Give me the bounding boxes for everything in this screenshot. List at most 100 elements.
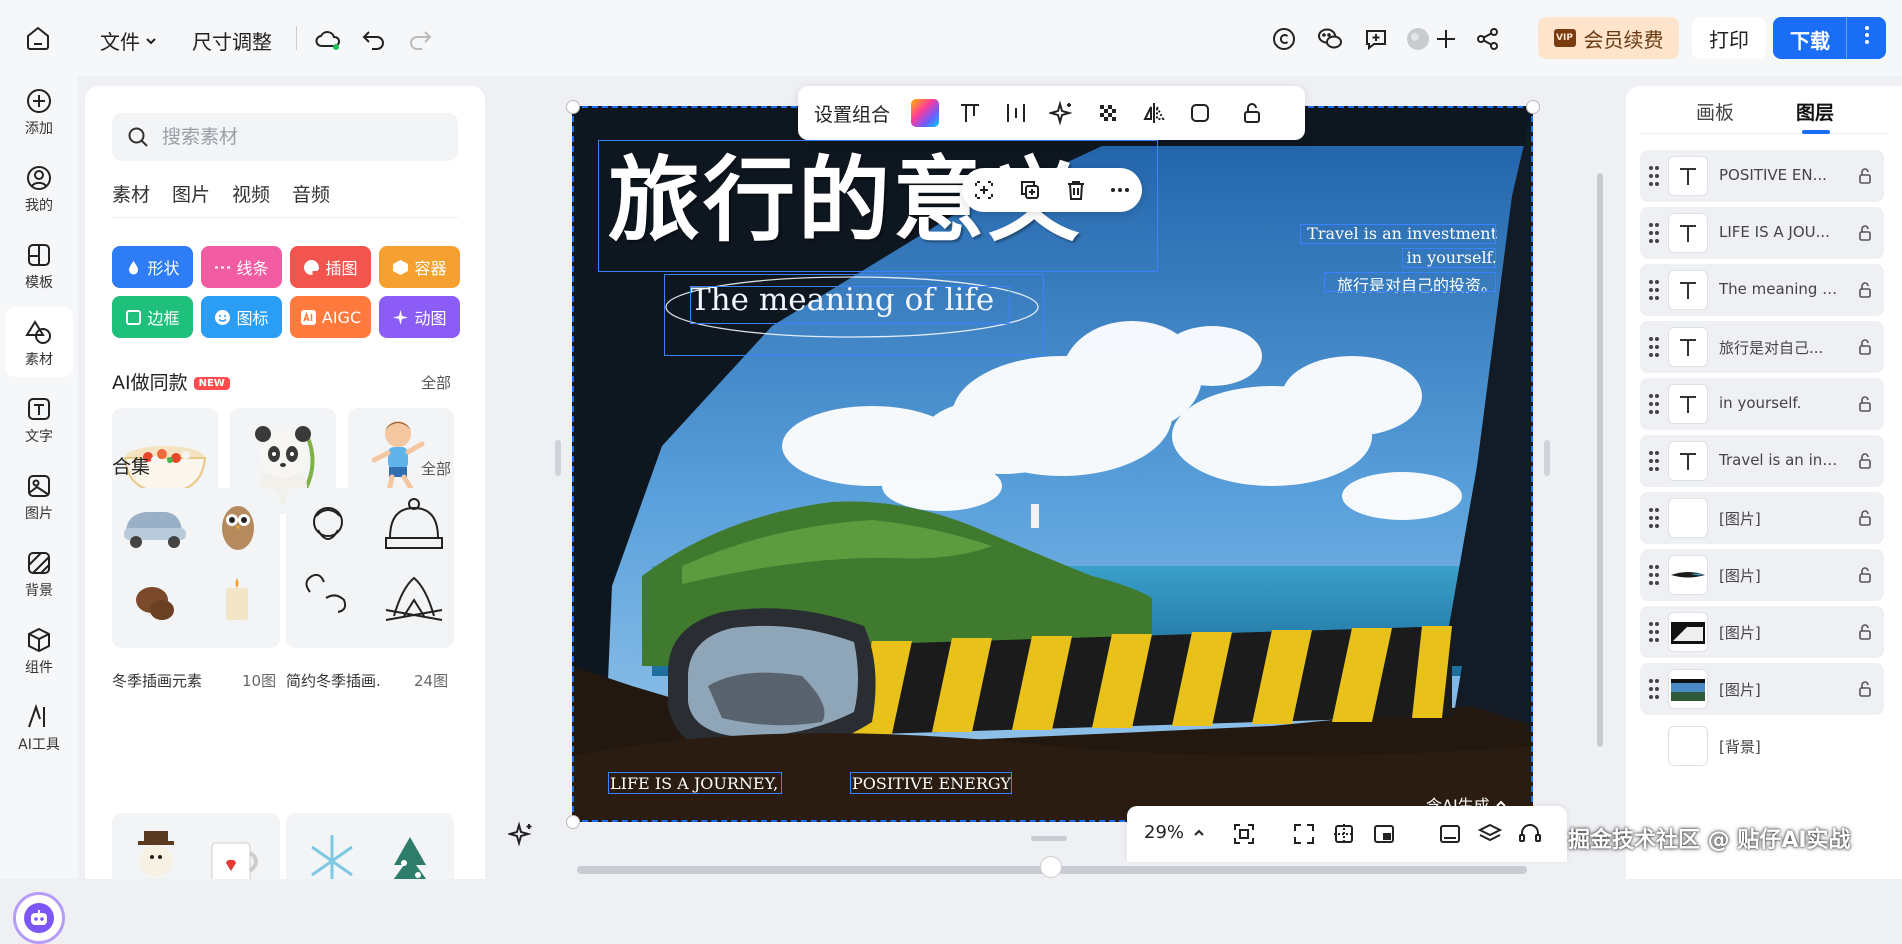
chip-illustration[interactable]: 插图 [290,246,371,288]
add-collaborator-icon[interactable] [1432,25,1460,53]
pip-icon[interactable] [1371,821,1397,847]
canvas-right-line2[interactable]: in yourself. [1407,248,1497,267]
fullscreen-icon[interactable] [1291,821,1317,847]
resize-handle-right[interactable] [1544,440,1550,476]
unlock-icon[interactable] [1856,680,1874,698]
chip-shape[interactable]: 形状 [112,246,193,288]
unlock-icon[interactable] [1856,395,1874,413]
download-more-button[interactable] [1846,17,1886,59]
drag-handle-icon[interactable] [1648,678,1660,700]
wechat-icon[interactable] [1316,25,1344,53]
collaborator-avatar[interactable] [1404,25,1432,53]
nav-item-image[interactable]: 图片 [5,461,73,531]
collection-card-christmas[interactable] [112,813,280,879]
drag-handle-icon[interactable] [1648,564,1660,586]
delete-icon[interactable] [1064,178,1088,202]
nav-item-ai-tool[interactable]: AI工具 [5,692,73,762]
drag-handle-icon[interactable] [1648,165,1660,187]
guides-icon[interactable] [1331,821,1357,847]
unlock-icon[interactable] [1856,452,1874,470]
nav-item-template[interactable]: 模板 [5,230,73,300]
canvas-bottom-left-text[interactable]: LIFE IS A JOURNEY, [610,774,778,793]
layer-row[interactable]: POSITIVE EN... [1640,150,1884,202]
layer-row[interactable]: Travel is an inv... [1640,435,1884,487]
drag-handle-icon[interactable] [1648,450,1660,472]
tab-videos[interactable]: 视频 [232,180,270,207]
layer-row[interactable]: [图片] [1640,606,1884,658]
chip-icon[interactable]: 图标 [201,296,282,338]
design-canvas[interactable]: 旅行的意义 The meaning of life Travel is an i… [572,106,1533,822]
unlock-icon[interactable] [1856,167,1874,185]
drag-handle-icon[interactable] [1648,336,1660,358]
tab-artboard[interactable]: 画板 [1696,98,1734,125]
vertical-scrollbar[interactable] [1597,173,1603,747]
ai-magic-icon[interactable] [508,820,536,848]
nav-item-mine[interactable]: 我的 [5,153,73,223]
chip-aigc[interactable]: AIGC [290,296,371,338]
collection-card-simple-winter[interactable] [286,488,454,648]
resize-handle-top-left[interactable] [566,100,580,114]
comment-add-icon[interactable] [1362,25,1390,53]
tab-images[interactable]: 图片 [172,180,210,207]
tab-audio[interactable]: 音频 [292,180,330,207]
canvas-right-line3[interactable]: 旅行是对自己的投资。 [1337,272,1497,296]
chip-animation[interactable]: 动图 [379,296,460,338]
undo-icon[interactable] [360,25,388,53]
drag-handle-icon[interactable] [1648,279,1660,301]
unlock-icon[interactable] [1856,623,1874,641]
search-input[interactable] [162,113,442,161]
collection-section-all-link[interactable]: 全部 [421,458,451,479]
fit-screen-icon[interactable] [1231,821,1257,847]
nav-item-component[interactable]: 组件 [5,615,73,685]
download-button[interactable]: 下载 [1773,17,1886,59]
resize-handle-bottom-left[interactable] [566,815,580,829]
print-button[interactable]: 打印 [1692,17,1766,59]
align-top-icon[interactable] [957,100,983,126]
file-menu[interactable]: 文件 [100,26,158,55]
chip-container[interactable]: 容器 [379,246,460,288]
resize-handle-top-right[interactable] [1526,100,1540,114]
layer-row[interactable]: [图片] [1640,663,1884,715]
layer-row-background[interactable]: [背景] [1640,720,1884,772]
vip-renew-button[interactable]: VIP 会员续费 [1538,17,1679,59]
support-icon[interactable] [1517,821,1543,847]
rotate-handle-icon[interactable] [1040,856,1062,878]
layer-row[interactable]: 旅行是对自己... [1640,321,1884,373]
chip-border[interactable]: 边框 [112,296,193,338]
unlock-icon[interactable] [1856,566,1874,584]
drag-handle-icon[interactable] [1648,222,1660,244]
color-picker-button[interactable] [911,99,939,127]
drag-handle-icon[interactable] [1648,621,1660,643]
cloud-sync-icon[interactable] [314,25,342,53]
collection-card-snow[interactable] [286,813,454,879]
zoom-control[interactable]: 29% [1144,822,1206,843]
canvas-right-line1[interactable]: Travel is an investment [1307,224,1497,243]
nav-item-background[interactable]: 背景 [5,538,73,608]
layer-row[interactable]: The meaning o... [1640,264,1884,316]
layer-row[interactable]: [图片] [1640,492,1884,544]
collection-card-winter-illustration[interactable] [112,488,280,648]
drag-handle-icon[interactable] [1648,507,1660,529]
ai-assistant-button[interactable] [13,892,65,944]
layers-icon[interactable] [1477,821,1503,847]
tab-assets[interactable]: 素材 [112,180,150,207]
corner-radius-icon[interactable] [1187,100,1213,126]
canvas-bottom-right-text[interactable]: POSITIVE ENERGY [852,774,1011,793]
nav-item-text[interactable]: 文字 [5,384,73,454]
chip-line[interactable]: 线条 [201,246,282,288]
flip-icon[interactable] [1141,100,1167,126]
resize-handle-left[interactable] [555,440,561,476]
nav-item-add[interactable]: 添加 [5,76,73,146]
select-area-icon[interactable] [972,178,996,202]
layer-row[interactable]: LIFE IS A JOU... [1640,207,1884,259]
drag-handle-icon[interactable] [1648,393,1660,415]
ai-magic-icon[interactable] [1049,100,1075,126]
distribute-icon[interactable] [1003,100,1029,126]
transparency-icon[interactable] [1095,100,1121,126]
ai-section-all-link[interactable]: 全部 [421,372,451,393]
unlock-icon[interactable] [1856,338,1874,356]
resize-menu[interactable]: 尺寸调整 [192,26,272,55]
unlock-icon[interactable] [1239,100,1265,126]
redo-icon[interactable] [406,25,434,53]
copyright-icon[interactable] [1270,25,1298,53]
